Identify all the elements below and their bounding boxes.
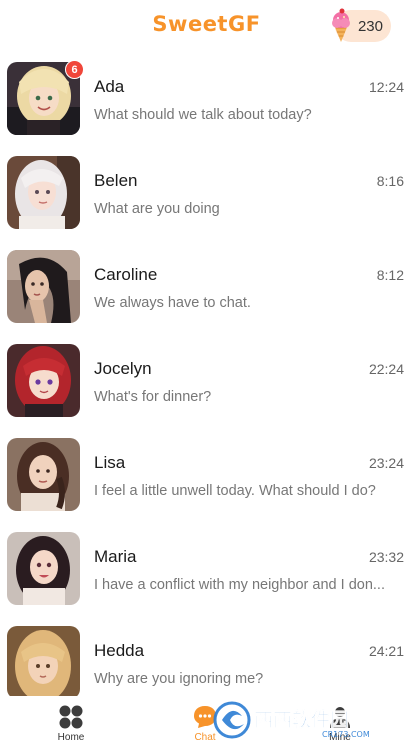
- chat-name: Maria: [94, 547, 137, 566]
- unread-badge: 6: [65, 60, 84, 79]
- chat-preview: I feel a little unwell today. What shoul…: [94, 483, 376, 499]
- avatar: [7, 532, 80, 605]
- avatar: [7, 626, 80, 699]
- site-watermark: 西西软件园 CR173.COM: [213, 701, 370, 739]
- avatar: [7, 250, 80, 323]
- chat-row-ada[interactable]: 6 Ada 12:24 What should we talk about to…: [0, 60, 413, 156]
- chat-time: 8:12: [376, 267, 404, 283]
- chat-row-lisa[interactable]: Lisa 23:24 I feel a little unwell today.…: [0, 438, 413, 532]
- chat-name: Caroline: [94, 265, 158, 284]
- watermark-main-text: 西西软件园: [254, 708, 349, 731]
- chat-list: 6 Ada 12:24 What should we talk about to…: [0, 60, 413, 720]
- chat-row-jocelyn[interactable]: Jocelyn 22:24 What's for dinner?: [0, 344, 413, 438]
- app-header: SweetGF 230: [0, 0, 413, 52]
- chat-name: Belen: [94, 171, 138, 190]
- chat-row-belen[interactable]: Belen 8:16 What are you doing: [0, 156, 413, 250]
- chat-time: 8:16: [376, 173, 404, 189]
- chat-row-maria[interactable]: Maria 23:32 I have a conflict with my ne…: [0, 532, 413, 626]
- avatar: [7, 344, 80, 417]
- nav-home-label: Home: [57, 732, 85, 743]
- chat-row-caroline[interactable]: Caroline 8:12 We always have to chat.: [0, 250, 413, 344]
- chat-name: Lisa: [94, 453, 126, 472]
- ice-cream-icon: [332, 8, 350, 42]
- chat-time: 12:24: [368, 79, 404, 95]
- watermark-sub-text: CR173.COM: [322, 730, 370, 739]
- chat-name: Hedda: [94, 641, 145, 660]
- chat-time: 22:24: [368, 361, 404, 377]
- chat-name: Jocelyn: [94, 359, 152, 378]
- avatar: [7, 438, 80, 511]
- coin-count: 230: [357, 17, 383, 35]
- coin-balance-button[interactable]: 230: [332, 8, 391, 42]
- chat-preview: I have a conflict with my neighbor and I…: [94, 577, 385, 593]
- chat-time: 24:21: [368, 643, 404, 659]
- chat-preview: We always have to chat.: [94, 295, 251, 311]
- chat-time: 23:24: [368, 455, 404, 471]
- nav-home[interactable]: Home: [36, 704, 106, 743]
- avatar: [7, 156, 80, 229]
- chat-preview: What's for dinner?: [94, 389, 212, 405]
- chat-time: 23:32: [368, 549, 404, 565]
- grid-icon: [59, 705, 83, 729]
- chat-preview: Why are you ignoring me?: [94, 671, 264, 687]
- chat-name: Ada: [94, 77, 125, 96]
- chat-preview: What are you doing: [94, 201, 220, 217]
- chat-preview: What should we talk about today?: [94, 107, 312, 123]
